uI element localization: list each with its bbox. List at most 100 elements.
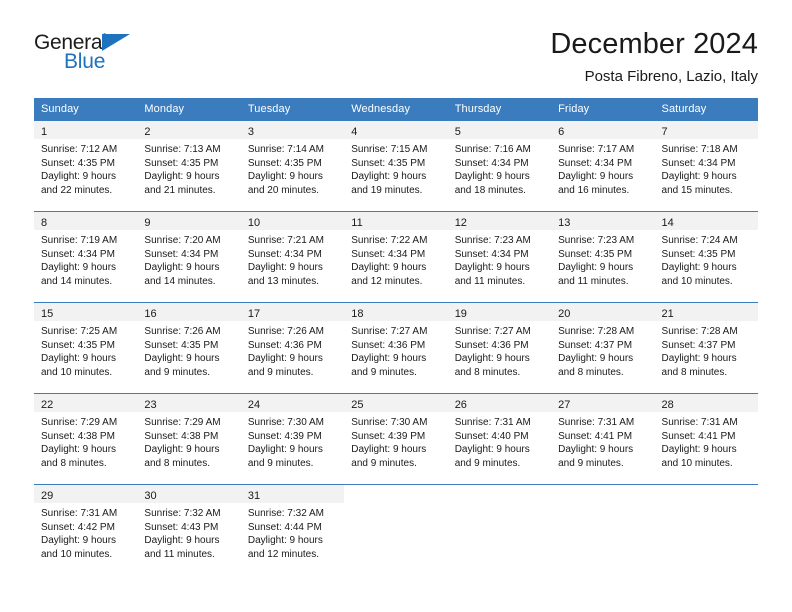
calendar-day-cell[interactable]: 6 Sunrise: 7:17 AM Sunset: 4:34 PM Daylight…: [551, 120, 655, 212]
daylight-text-line2: and 21 minutes.: [144, 184, 216, 196]
calendar-day-cell[interactable]: 5 Sunrise: 7:16 AM Sunset: 4:34 PM Daylight…: [447, 120, 552, 212]
day-details: Sunrise: 7:14 AM Sunset: 4:35 PM Daylight:…: [241, 139, 344, 197]
daylight-text-line1: Daylight: 9 hours: [41, 535, 117, 547]
calendar-day-cell[interactable]: 30 Sunrise: 7:32 AM Sunset: 4:43 PM Dayligh…: [137, 484, 241, 576]
day-number-band: 18: [344, 303, 448, 322]
day-number: 29: [41, 490, 54, 503]
calendar-week-row: 8 Sunrise: 7:19 AM Sunset: 4:34 PM Daylight…: [34, 211, 758, 303]
day-number: 12: [454, 217, 467, 230]
calendar-day-cell[interactable]: 14 Sunrise: 7:24 AM Sunset: 4:35 PM Dayligh…: [654, 211, 758, 303]
day-number-band: 30: [137, 485, 241, 504]
daylight-text-line2: and 10 minutes.: [41, 548, 113, 560]
daylight-text-line1: Daylight: 9 hours: [661, 444, 737, 456]
calendar-day-cell[interactable]: 9 Sunrise: 7:20 AM Sunset: 4:34 PM Daylight…: [137, 211, 241, 303]
calendar-day-cell[interactable]: 26 Sunrise: 7:31 AM Sunset: 4:40 PM Dayligh…: [447, 393, 552, 485]
day-number: 3: [247, 126, 254, 139]
day-details: Sunrise: 7:19 AM Sunset: 4:34 PM Daylight:…: [34, 230, 137, 288]
calendar-day-cell[interactable]: 16 Sunrise: 7:26 AM Sunset: 4:35 PM Dayligh…: [137, 302, 241, 394]
sunrise-text: Sunrise: 7:31 AM: [558, 417, 635, 429]
day-number-band: 4: [344, 121, 448, 140]
day-details: Sunrise: 7:30 AM Sunset: 4:39 PM Daylight:…: [241, 412, 344, 470]
day-details: Sunrise: 7:31 AM Sunset: 4:41 PM Daylight:…: [551, 412, 654, 470]
daylight-text-line1: Daylight: 9 hours: [661, 171, 737, 183]
day-details: Sunrise: 7:29 AM Sunset: 4:38 PM Daylight:…: [137, 412, 240, 470]
calendar-day-cell[interactable]: 3 Sunrise: 7:14 AM Sunset: 4:35 PM Daylight…: [240, 120, 345, 212]
weekday-header-tuesday: Tuesday: [240, 98, 345, 121]
calendar-day-cell[interactable]: 25 Sunrise: 7:30 AM Sunset: 4:39 PM Dayligh…: [344, 393, 448, 485]
sunrise-text: Sunrise: 7:29 AM: [144, 417, 221, 429]
daylight-text-line1: Daylight: 9 hours: [558, 262, 634, 274]
daylight-text-line1: Daylight: 9 hours: [247, 353, 323, 365]
sunset-text: Sunset: 4:36 PM: [454, 339, 529, 351]
daylight-text-line1: Daylight: 9 hours: [454, 262, 530, 274]
day-details: Sunrise: 7:16 AM Sunset: 4:34 PM Daylight:…: [448, 139, 551, 197]
calendar-day-cell[interactable]: 20 Sunrise: 7:28 AM Sunset: 4:37 PM Dayligh…: [551, 302, 655, 394]
calendar-day-cell[interactable]: 18 Sunrise: 7:27 AM Sunset: 4:36 PM Dayligh…: [344, 302, 448, 394]
day-number: 11: [351, 217, 363, 230]
day-details: Sunrise: 7:12 AM Sunset: 4:35 PM Daylight:…: [34, 139, 137, 197]
calendar-day-cell[interactable]: 17 Sunrise: 7:26 AM Sunset: 4:36 PM Dayligh…: [240, 302, 345, 394]
daylight-text-line2: and 9 minutes.: [558, 457, 624, 469]
sunset-text: Sunset: 4:43 PM: [144, 521, 219, 533]
daylight-text-line2: and 19 minutes.: [351, 184, 423, 196]
calendar-day-cell[interactable]: 12 Sunrise: 7:23 AM Sunset: 4:34 PM Dayligh…: [447, 211, 552, 303]
sunrise-text: Sunrise: 7:15 AM: [351, 144, 428, 156]
day-number: 31: [247, 490, 261, 503]
sunrise-sunset-calendar-table: Sunday Monday Tuesday Wednesday Thursday…: [34, 98, 758, 576]
calendar-empty-cell: [344, 484, 448, 576]
day-number-band: 7: [654, 121, 758, 140]
calendar-day-cell[interactable]: 22 Sunrise: 7:29 AM Sunset: 4:38 PM Dayligh…: [34, 393, 138, 485]
calendar-day-cell[interactable]: 8 Sunrise: 7:19 AM Sunset: 4:34 PM Daylight…: [34, 211, 138, 303]
calendar-day-cell[interactable]: 2 Sunrise: 7:13 AM Sunset: 4:35 PM Daylight…: [137, 120, 241, 212]
daylight-text-line2: and 11 minutes.: [558, 275, 629, 287]
sunset-text: Sunset: 4:34 PM: [247, 248, 322, 260]
calendar-day-cell[interactable]: 19 Sunrise: 7:27 AM Sunset: 4:36 PM Dayligh…: [447, 302, 552, 394]
calendar-day-cell[interactable]: 13 Sunrise: 7:23 AM Sunset: 4:35 PM Dayligh…: [551, 211, 655, 303]
daylight-text-line1: Daylight: 9 hours: [144, 353, 220, 365]
calendar-day-cell[interactable]: 1 Sunrise: 7:12 AM Sunset: 4:35 PM Daylight…: [34, 120, 138, 212]
calendar-body: 1 Sunrise: 7:12 AM Sunset: 4:35 PM Daylight…: [34, 120, 758, 576]
calendar-day-cell[interactable]: 24 Sunrise: 7:30 AM Sunset: 4:39 PM Dayligh…: [240, 393, 345, 485]
day-number-band: 13: [551, 212, 655, 231]
calendar-day-cell[interactable]: 28 Sunrise: 7:31 AM Sunset: 4:41 PM Dayligh…: [654, 393, 758, 485]
daylight-text-line2: and 8 minutes.: [558, 366, 624, 378]
calendar-day-cell[interactable]: 31 Sunrise: 7:32 AM Sunset: 4:44 PM Dayligh…: [240, 484, 345, 576]
daylight-text-line1: Daylight: 9 hours: [247, 171, 323, 183]
daylight-text-line2: and 12 minutes.: [247, 548, 320, 560]
daylight-text-line1: Daylight: 9 hours: [351, 171, 427, 183]
sunset-text: Sunset: 4:34 PM: [351, 248, 426, 260]
calendar-day-cell[interactable]: 27 Sunrise: 7:31 AM Sunset: 4:41 PM Dayligh…: [551, 393, 655, 485]
calendar-day-cell[interactable]: 29 Sunrise: 7:31 AM Sunset: 4:42 PM Dayligh…: [34, 484, 138, 576]
calendar-day-cell[interactable]: 23 Sunrise: 7:29 AM Sunset: 4:38 PM Dayligh…: [137, 393, 241, 485]
calendar-day-cell[interactable]: 21 Sunrise: 7:28 AM Sunset: 4:37 PM Dayligh…: [654, 302, 758, 394]
day-details: Sunrise: 7:29 AM Sunset: 4:38 PM Daylight:…: [34, 412, 137, 470]
day-number: 5: [454, 126, 461, 139]
sunrise-text: Sunrise: 7:24 AM: [661, 235, 738, 247]
day-details: Sunrise: 7:17 AM Sunset: 4:34 PM Daylight:…: [551, 139, 654, 197]
daylight-text-line2: and 9 minutes.: [144, 366, 211, 378]
calendar-day-cell[interactable]: 15 Sunrise: 7:25 AM Sunset: 4:35 PM Dayligh…: [34, 302, 138, 394]
calendar-day-cell[interactable]: 10 Sunrise: 7:21 AM Sunset: 4:34 PM Dayligh…: [240, 211, 345, 303]
calendar-day-cell[interactable]: 4 Sunrise: 7:15 AM Sunset: 4:35 PM Daylight…: [344, 120, 448, 212]
day-details: Sunrise: 7:26 AM Sunset: 4:36 PM Daylight:…: [241, 321, 344, 379]
daylight-text-line2: and 12 minutes.: [351, 275, 423, 287]
calendar-week-row: 29 Sunrise: 7:31 AM Sunset: 4:42 PM Dayligh…: [34, 484, 758, 576]
sunset-text: Sunset: 4:35 PM: [41, 339, 115, 351]
calendar-header-row-group: Sunday Monday Tuesday Wednesday Thursday…: [34, 98, 758, 121]
daylight-text-line1: Daylight: 9 hours: [558, 353, 634, 365]
weekday-header-row: Sunday Monday Tuesday Wednesday Thursday…: [34, 98, 758, 121]
sunset-text: Sunset: 4:35 PM: [247, 157, 322, 169]
day-number-band: 5: [447, 121, 552, 140]
general-blue-logo[interactable]: General Blue: [34, 26, 154, 78]
day-details: Sunrise: 7:31 AM Sunset: 4:41 PM Daylight:…: [655, 412, 758, 470]
sunset-text: Sunset: 4:38 PM: [144, 430, 219, 442]
daylight-text-line2: and 22 minutes.: [41, 184, 113, 196]
calendar-day-cell[interactable]: 11 Sunrise: 7:22 AM Sunset: 4:34 PM Dayligh…: [344, 211, 448, 303]
day-details: Sunrise: 7:23 AM Sunset: 4:35 PM Daylight:…: [551, 230, 654, 288]
sunset-text: Sunset: 4:35 PM: [144, 157, 219, 169]
daylight-text-line2: and 11 minutes.: [454, 275, 526, 287]
calendar-day-cell[interactable]: 7 Sunrise: 7:18 AM Sunset: 4:34 PM Daylight…: [654, 120, 758, 212]
day-number-band: 20: [551, 303, 655, 322]
sunrise-text: Sunrise: 7:18 AM: [661, 144, 738, 156]
daylight-text-line1: Daylight: 9 hours: [144, 171, 220, 183]
